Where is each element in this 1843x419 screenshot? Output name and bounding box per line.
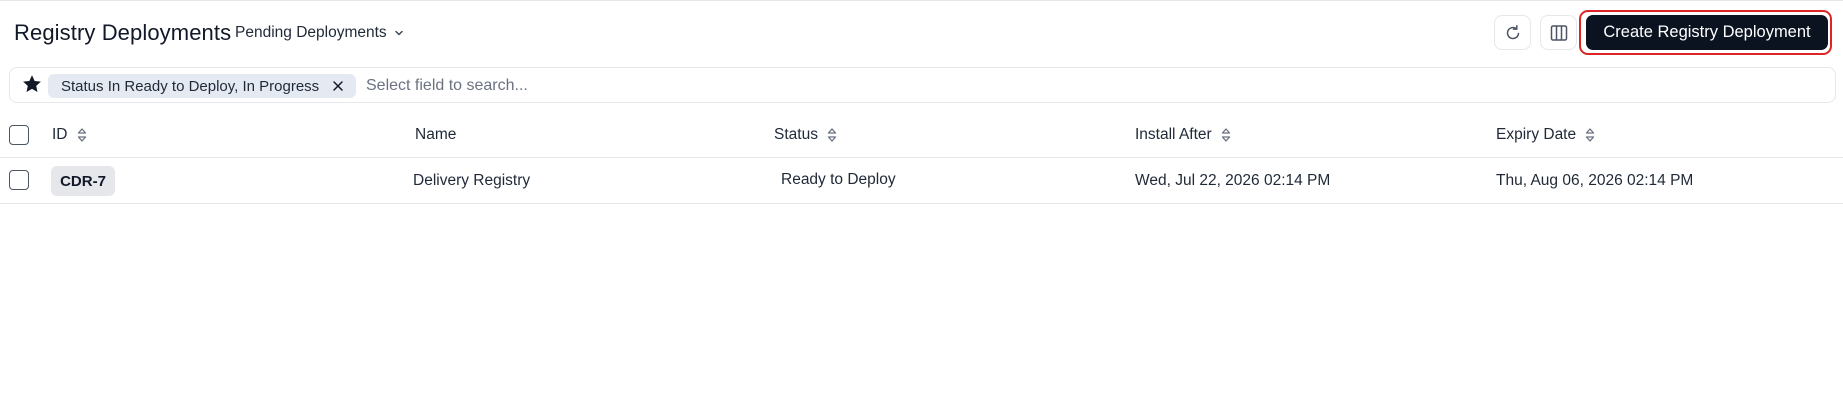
cell-status: Ready to Deploy — [781, 171, 896, 188]
sort-icon — [1585, 128, 1595, 142]
columns-button[interactable] — [1540, 15, 1577, 50]
column-header-label: Expiry Date — [1496, 126, 1577, 143]
column-header-id[interactable]: ID — [52, 126, 88, 144]
close-icon[interactable] — [330, 78, 346, 94]
column-header-name: Name — [415, 126, 456, 144]
column-header-label: Name — [415, 126, 457, 143]
view-selector-label: Pending Deployments — [235, 24, 387, 41]
refresh-icon — [1506, 24, 1519, 39]
sort-icon — [1221, 128, 1230, 142]
row-checkbox[interactable] — [9, 170, 29, 190]
cell-name: Delivery Registry — [413, 172, 531, 189]
column-header-label: ID — [52, 126, 68, 143]
column-header-status[interactable]: Status — [774, 126, 838, 144]
select-all-checkbox[interactable] — [9, 125, 29, 145]
create-registry-deployment-button[interactable]: Create Registry Deployment — [1586, 15, 1828, 50]
column-header-label: Install After — [1135, 126, 1212, 143]
sort-icon — [827, 128, 837, 142]
column-header-install-after[interactable]: Install After — [1135, 126, 1232, 144]
table-row[interactable]: CDR-7 Delivery Registry Ready to Deploy … — [0, 158, 1843, 204]
view-selector[interactable]: Pending Deployments — [235, 24, 405, 42]
columns-icon — [1550, 24, 1567, 41]
search-input[interactable] — [366, 74, 1766, 98]
cell-expiry-date: Thu, Aug 06, 2026 02:14 PM — [1496, 172, 1694, 189]
page-header: Registry Deployments Pending Deployments… — [0, 0, 1843, 66]
column-header-label: Status — [774, 126, 818, 143]
filter-chip[interactable]: Status In Ready to Deploy, In Progress — [48, 74, 356, 98]
chevron-down-icon — [394, 30, 403, 36]
sort-icon — [77, 128, 86, 142]
refresh-button[interactable] — [1494, 15, 1531, 50]
cell-install-after: Wed, Jul 22, 2026 02:14 PM — [1135, 172, 1331, 189]
column-header-expiry-date[interactable]: Expiry Date — [1496, 126, 1596, 144]
id-badge[interactable]: CDR-7 — [51, 166, 115, 196]
star-icon[interactable] — [21, 73, 43, 95]
table-header-row: ID Name Status Install After Expiry Date — [0, 114, 1843, 158]
filter-chip-label: Status In Ready to Deploy, In Progress — [61, 77, 320, 95]
filter-bar: Status In Ready to Deploy, In Progress — [9, 67, 1836, 103]
page-title: Registry Deployments — [14, 20, 232, 45]
